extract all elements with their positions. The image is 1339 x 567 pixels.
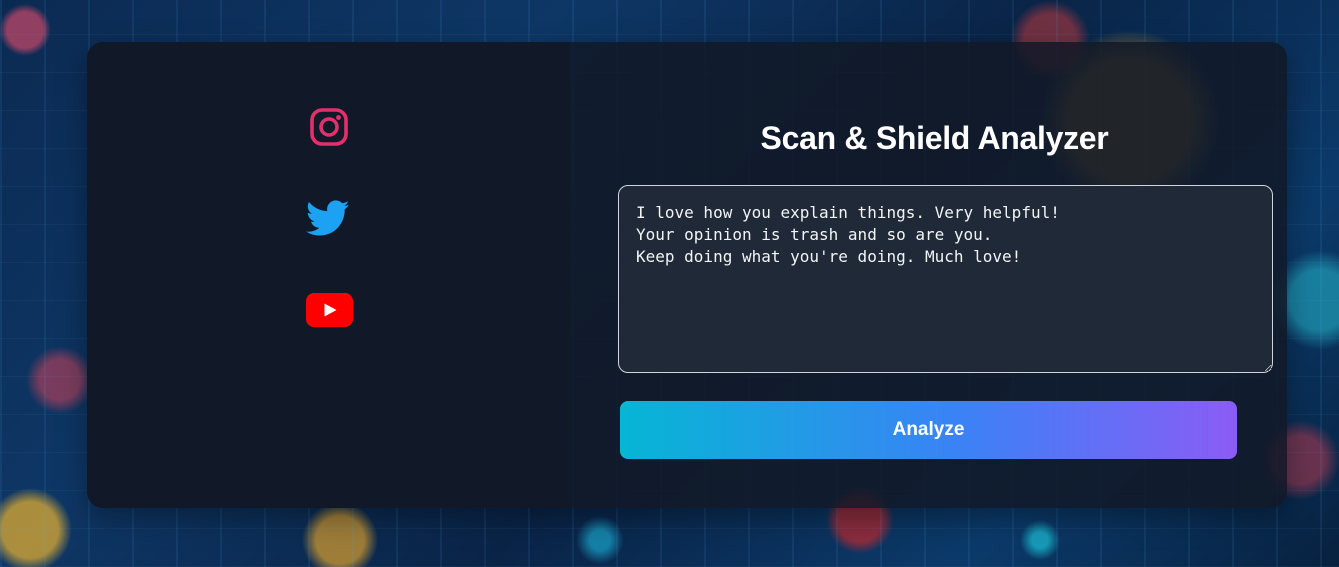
instagram-icon[interactable] xyxy=(306,104,352,150)
analyze-button[interactable]: Analyze xyxy=(620,401,1237,459)
page-title: Scan & Shield Analyzer xyxy=(760,120,1109,156)
twitter-icon[interactable] xyxy=(304,196,352,240)
youtube-icon[interactable] xyxy=(305,291,353,329)
comment-input[interactable] xyxy=(618,185,1273,373)
social-sidebar xyxy=(87,42,570,508)
analyzer-panel: Scan & Shield Analyzer Analyze xyxy=(570,42,1287,508)
analyzer-card: Scan & Shield Analyzer Analyze xyxy=(87,42,1287,508)
